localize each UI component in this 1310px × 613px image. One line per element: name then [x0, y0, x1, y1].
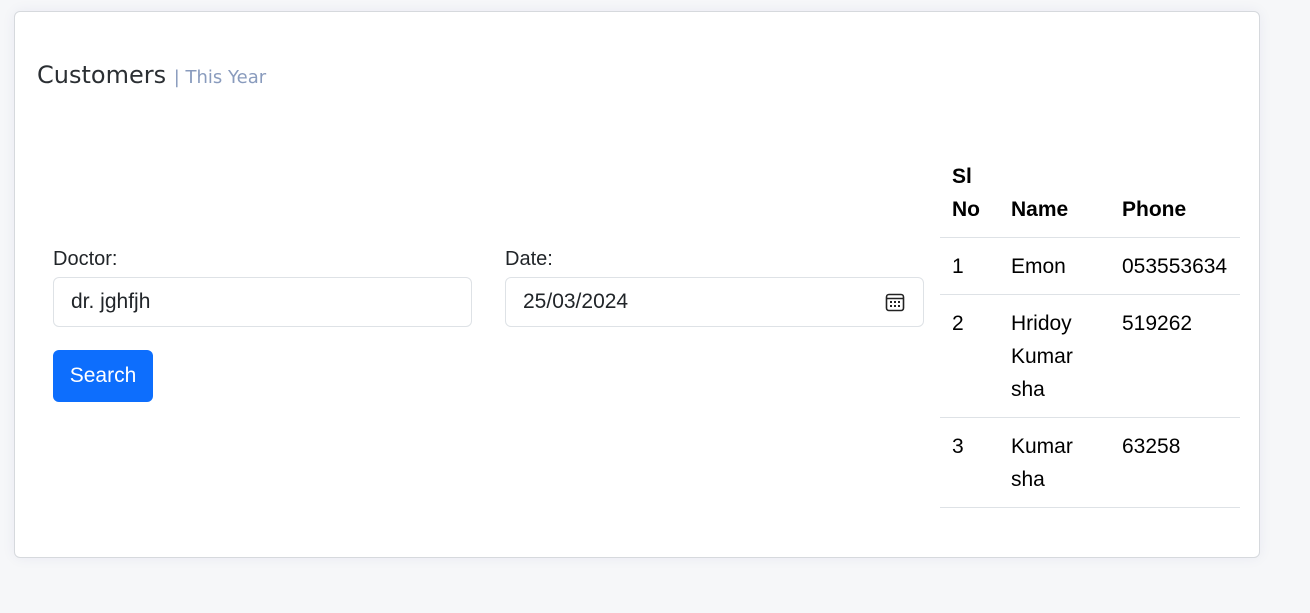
table-header-row: Sl No Name Phone — [940, 160, 1240, 238]
cell-sl: 2 — [952, 312, 964, 335]
calendar-icon[interactable] — [884, 291, 906, 313]
cell-sl: 3 — [952, 435, 964, 458]
customers-card: Customers | This Year Doctor: dr. jghfjh… — [14, 11, 1260, 558]
date-input-value: 25/03/2024 — [523, 290, 629, 313]
col-header-sl-no: Sl No — [952, 165, 980, 221]
cell-name: Emon — [1011, 255, 1066, 278]
cell-sl: 1 — [952, 255, 964, 278]
cell-phone: 63258 — [1122, 435, 1181, 458]
cell-phone: 053553634 — [1122, 255, 1228, 278]
date-label: Date: — [505, 248, 553, 270]
card-subtitle: | This Year — [173, 67, 267, 88]
card-title-text: Customers — [37, 61, 167, 89]
search-button[interactable]: Search — [53, 350, 153, 402]
cell-phone: 519262 — [1122, 312, 1193, 335]
table-row: 3 Kumar sha 63258 — [940, 418, 1240, 508]
date-input[interactable]: 25/03/2024 — [505, 277, 924, 327]
doctor-label: Doctor: — [53, 248, 118, 270]
cell-name: Hridoy Kumar sha — [1011, 312, 1073, 401]
card-title: Customers | This Year — [37, 61, 266, 89]
col-header-phone: Phone — [1122, 198, 1187, 221]
customers-table: Sl No Name Phone 1 Emon 053553634 2 Hrid… — [940, 160, 1240, 508]
table-row: 2 Hridoy Kumar sha 519262 — [940, 295, 1240, 418]
doctor-input[interactable]: dr. jghfjh — [53, 277, 472, 327]
cell-name: Kumar sha — [1011, 435, 1073, 491]
table-row: 1 Emon 053553634 — [940, 238, 1240, 295]
col-header-name: Name — [1011, 198, 1069, 221]
customers-table-wrap: Sl No Name Phone 1 Emon 053553634 2 Hrid… — [940, 160, 1240, 508]
doctor-input-value: dr. jghfjh — [71, 290, 151, 313]
